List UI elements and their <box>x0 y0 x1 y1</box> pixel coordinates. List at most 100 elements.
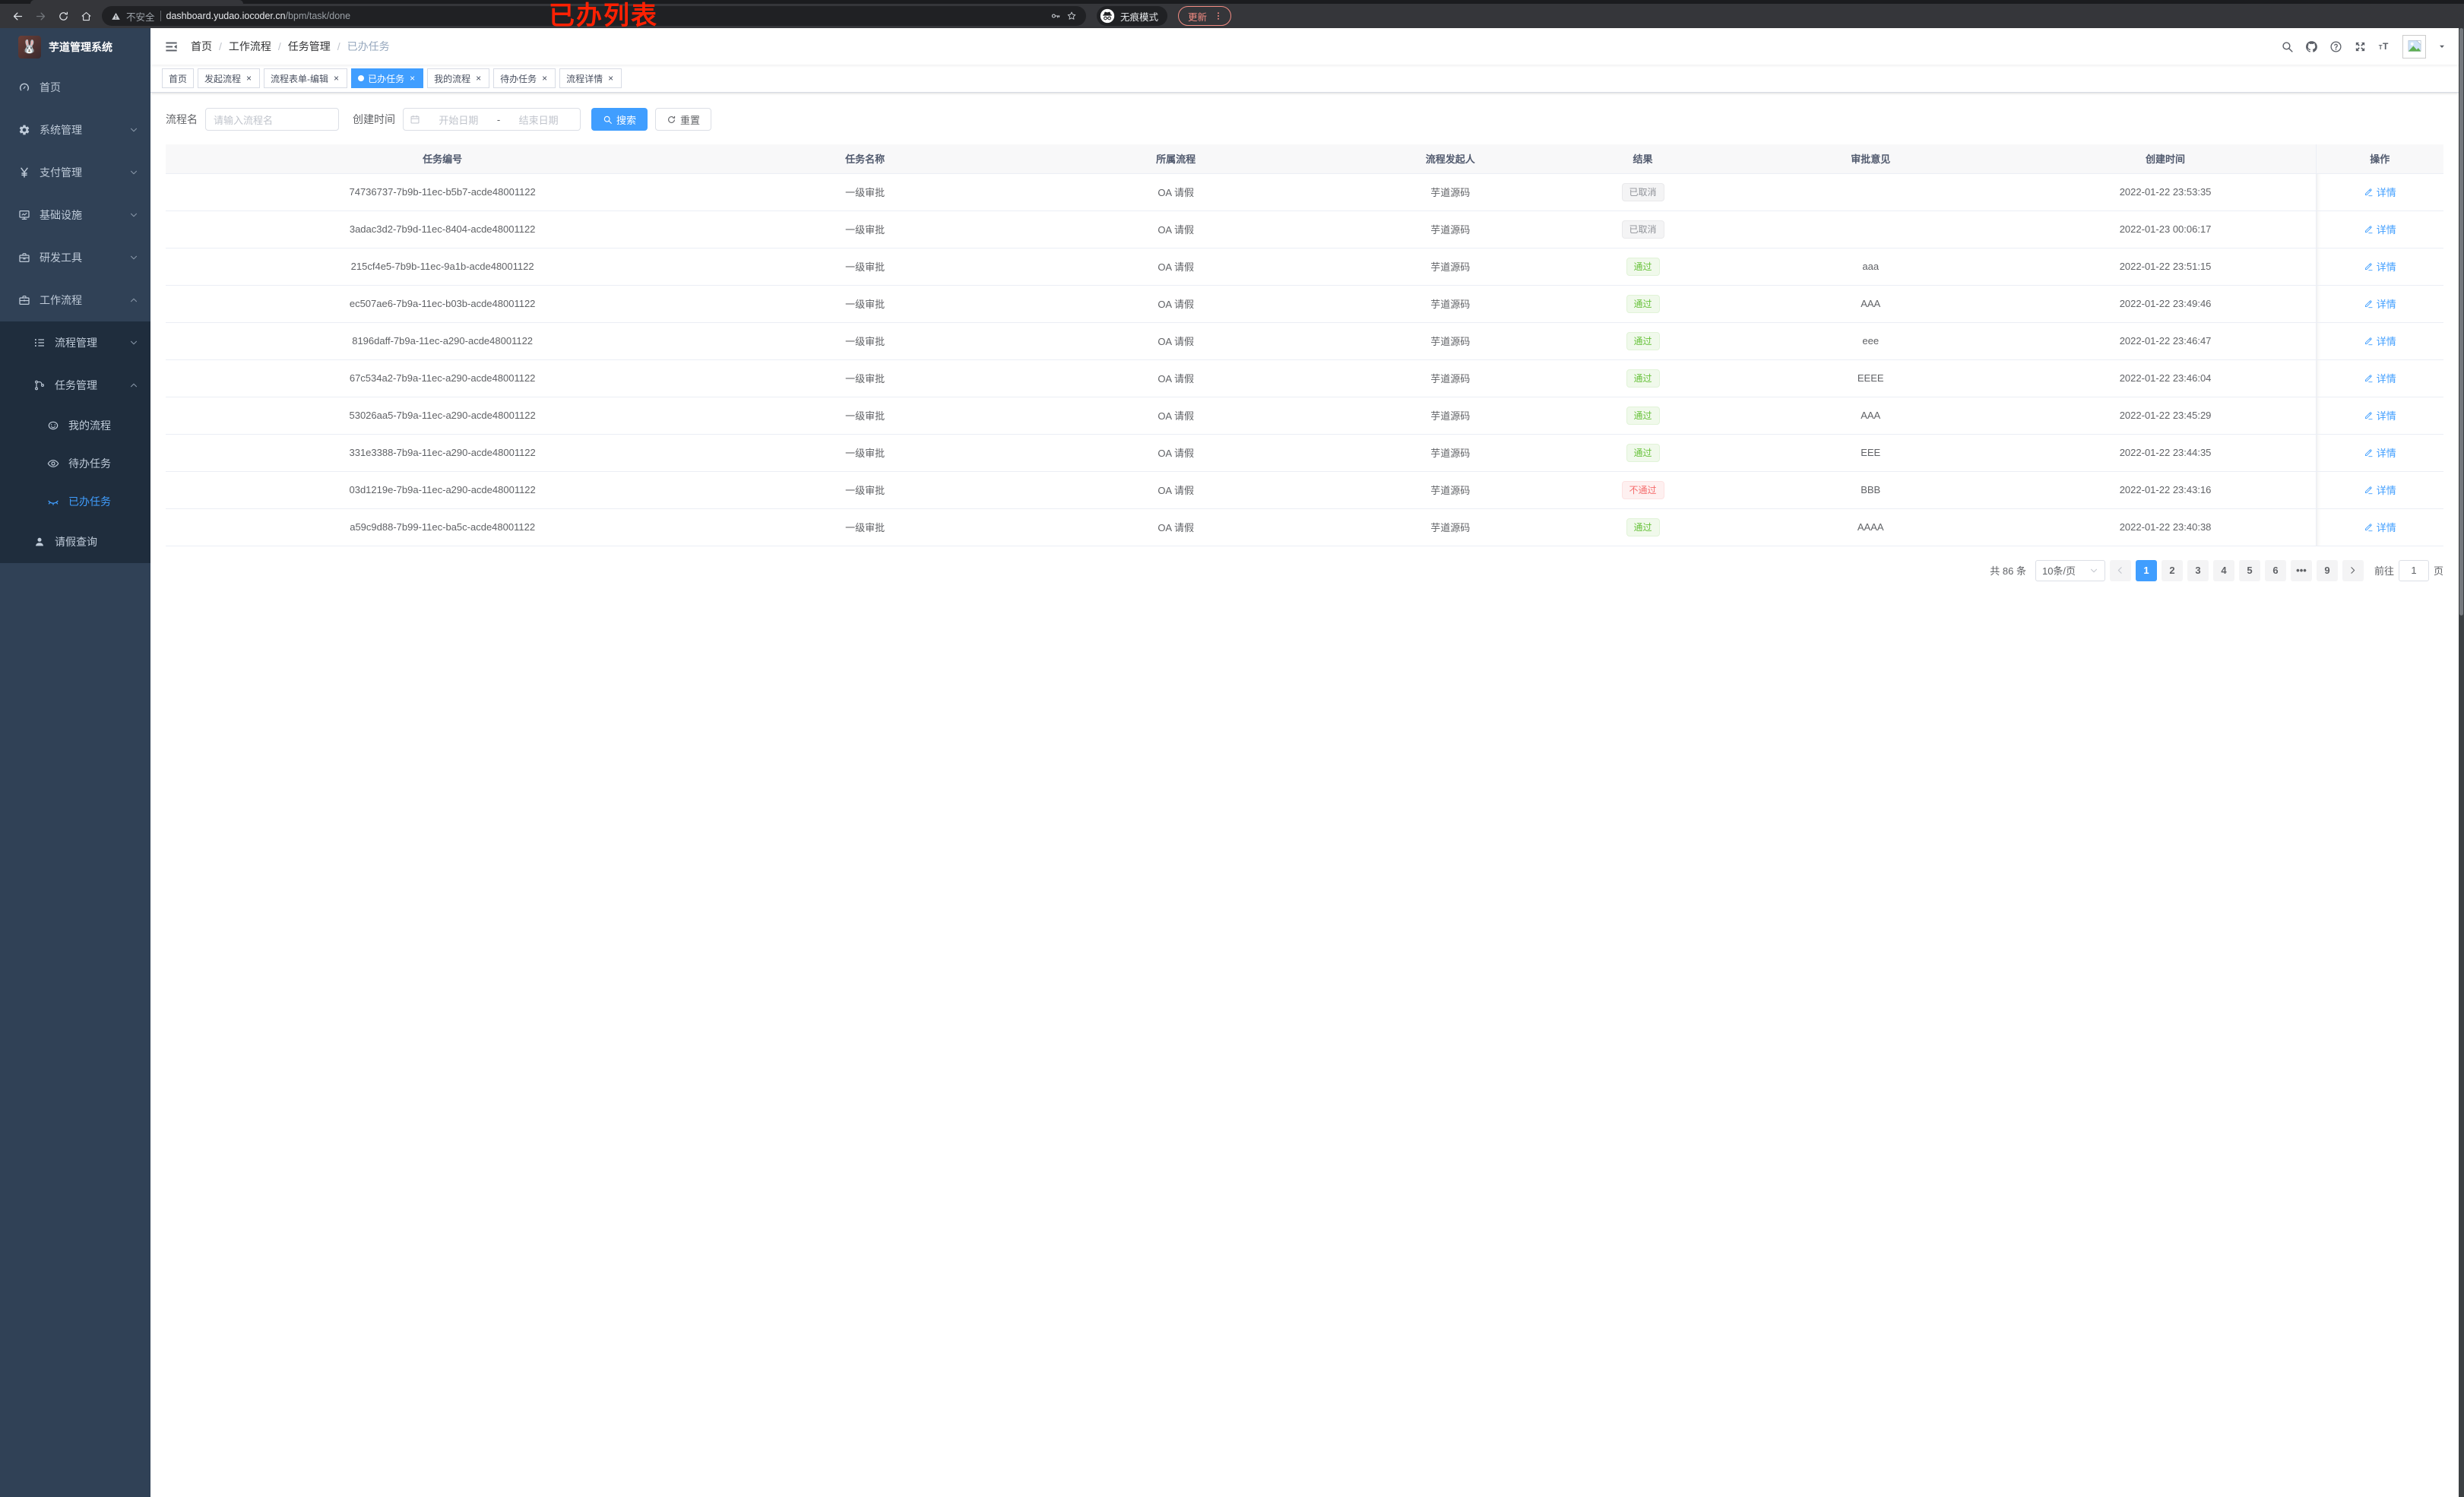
sidebar-item-待办任务[interactable]: 待办任务 <box>0 445 150 483</box>
tab-已办任务[interactable]: 已办任务 × <box>351 68 424 88</box>
sidebar-item-支付管理[interactable]: 支付管理 <box>0 151 150 194</box>
home-icon[interactable] <box>76 6 96 26</box>
sidebar-item-工作流程[interactable]: 工作流程 <box>0 279 150 321</box>
chevron-up-icon <box>129 381 138 390</box>
prev-page-button[interactable] <box>2109 559 2131 581</box>
key-icon[interactable] <box>1050 11 1061 21</box>
page-size-select[interactable]: 10条/页 <box>2035 559 2105 581</box>
task-name-cell: 一级审批 <box>719 322 1011 360</box>
hamburger-icon[interactable] <box>163 40 185 54</box>
tab-流程表单-编辑[interactable]: 流程表单-编辑 × <box>264 68 348 88</box>
task-name-cell: 一级审批 <box>719 248 1011 286</box>
date-range-input[interactable]: 开始日期 - 结束日期 <box>403 108 581 131</box>
scrollbar-thumb[interactable] <box>2459 28 2463 616</box>
breadcrumb-item-任务管理[interactable]: 任务管理 <box>288 39 331 54</box>
caret-down-icon[interactable] <box>2437 42 2447 51</box>
back-icon[interactable] <box>8 6 27 26</box>
detail-link[interactable]: 详情 <box>2364 371 2396 385</box>
detail-link[interactable]: 详情 <box>2364 185 2396 199</box>
table-body: 74736737-7b9b-11ec-b5b7-acde48001122 一级审批… <box>166 173 2443 546</box>
detail-link[interactable]: 详情 <box>2364 483 2396 497</box>
opinion-cell: AAA <box>1725 397 2016 435</box>
sidebar-item-研发工具[interactable]: 研发工具 <box>0 236 150 279</box>
detail-link[interactable]: 详情 <box>2364 222 2396 236</box>
more-pages-button[interactable]: ••• <box>2290 559 2312 581</box>
close-icon[interactable]: × <box>474 73 483 84</box>
tab-发起流程[interactable]: 发起流程 × <box>198 68 261 88</box>
sidebar-item-label: 工作流程 <box>40 294 82 306</box>
starter-cell: 芋道源码 <box>1341 285 1560 323</box>
page-button-9[interactable]: 9 <box>2316 559 2338 581</box>
close-icon[interactable]: × <box>540 73 549 84</box>
reload-icon[interactable] <box>53 6 73 26</box>
sidebar-item-任务管理[interactable]: 任务管理 <box>0 364 150 407</box>
sidebar-item-已办任务[interactable]: 已办任务 <box>0 483 150 521</box>
next-page-button[interactable] <box>2342 559 2364 581</box>
detail-link[interactable]: 详情 <box>2364 334 2396 348</box>
starter-cell: 芋道源码 <box>1341 248 1560 286</box>
sidebar-menu: 首页 系统管理 支付管理 基础设施 研发工具工作流程流程管理 任务管理 我的流程 待办任务 已办… <box>0 66 150 563</box>
chevron-left-icon <box>2115 565 2125 575</box>
tab-首页[interactable]: 首页 <box>162 68 195 88</box>
done-task-table: 任务编号 任务名称 所属流程 流程发起人 结果 审批意见 创建时间 操作 74736737-7… <box>166 144 2443 546</box>
page-button-6[interactable]: 6 <box>2264 559 2286 581</box>
chevron-down-icon <box>129 338 138 347</box>
app-logo-row[interactable]: 🐰 芋道管理系统 <box>0 28 150 66</box>
page-button-1[interactable]: 1 <box>2135 559 2157 581</box>
close-icon[interactable]: × <box>408 73 416 84</box>
help-icon[interactable] <box>2329 40 2342 53</box>
page-scrollbar[interactable] <box>2459 28 2464 1497</box>
tab-待办任务[interactable]: 待办任务 × <box>493 68 556 88</box>
tab-流程详情[interactable]: 流程详情 × <box>559 68 622 88</box>
result-cell: 不通过 <box>1560 471 1726 509</box>
page-button-4[interactable]: 4 <box>2212 559 2234 581</box>
search-icon[interactable] <box>2281 40 2294 53</box>
search-button[interactable]: 搜索 <box>591 108 648 131</box>
chrome-update-button[interactable]: 更新 <box>1178 6 1232 26</box>
breadcrumb-item-工作流程[interactable]: 工作流程 <box>229 39 271 54</box>
table-row: 8196daff-7b9a-11ec-a290-acde48001122 一级审批… <box>166 322 2443 360</box>
menu-dots-icon[interactable] <box>1213 11 1224 21</box>
page-content: 流程名 请输入流程名 创建时间 开始日期 - 结束日期 搜索 重置 任务编号 任… <box>150 93 2459 597</box>
close-icon[interactable]: × <box>606 73 615 84</box>
font-size-icon[interactable]: TT <box>2378 40 2391 53</box>
detail-link-label: 详情 <box>2376 299 2396 310</box>
detail-link[interactable]: 详情 <box>2364 520 2396 534</box>
sidebar-item-基础设施[interactable]: 基础设施 <box>0 194 150 236</box>
browser-active-tab[interactable] <box>30 0 243 4</box>
page-button-3[interactable]: 3 <box>2187 559 2209 581</box>
chevron-down-icon <box>129 210 138 220</box>
page-button-2[interactable]: 2 <box>2161 559 2183 581</box>
bookmark-star-icon[interactable] <box>1066 11 1077 21</box>
create-time-label: 创建时间 <box>353 113 395 125</box>
close-icon[interactable]: × <box>245 73 253 84</box>
goto-page-input[interactable]: 1 <box>2398 559 2429 581</box>
result-badge: 已取消 <box>1621 220 1664 239</box>
sidebar-item-我的流程[interactable]: 我的流程 <box>0 407 150 445</box>
tags-view-bar: 首页 发起流程 × 流程表单-编辑 × 已办任务 × 我的流程 × 待办任务 × 流程详情 × <box>150 65 2459 93</box>
process-name-input[interactable]: 请输入流程名 <box>205 108 339 131</box>
avatar[interactable] <box>2402 34 2426 59</box>
opinion-cell <box>1725 210 2016 248</box>
task-name-cell: 一级审批 <box>719 210 1011 248</box>
close-icon[interactable]: × <box>332 73 340 84</box>
chevron-down-icon <box>2089 566 2098 575</box>
github-icon[interactable] <box>2305 40 2318 53</box>
sidebar-item-流程管理[interactable]: 流程管理 <box>0 321 150 364</box>
sidebar-item-首页[interactable]: 首页 <box>0 66 150 109</box>
fullscreen-icon[interactable] <box>2354 40 2367 53</box>
sidebar-item-系统管理[interactable]: 系统管理 <box>0 109 150 151</box>
forward-icon[interactable] <box>30 6 50 26</box>
sidebar-item-请假查询[interactable]: 请假查询 <box>0 521 150 563</box>
detail-link[interactable]: 详情 <box>2364 445 2396 460</box>
navbar-actions: TT <box>2281 34 2447 59</box>
opinion-cell: AAA <box>1725 285 2016 323</box>
detail-link[interactable]: 详情 <box>2364 408 2396 423</box>
page-button-5[interactable]: 5 <box>2238 559 2260 581</box>
detail-link[interactable]: 详情 <box>2364 259 2396 274</box>
detail-link[interactable]: 详情 <box>2364 296 2396 311</box>
breadcrumb-item-首页[interactable]: 首页 <box>191 39 212 54</box>
reset-button[interactable]: 重置 <box>655 108 712 131</box>
chevron-right-icon <box>2348 565 2358 575</box>
tab-我的流程[interactable]: 我的流程 × <box>427 68 490 88</box>
